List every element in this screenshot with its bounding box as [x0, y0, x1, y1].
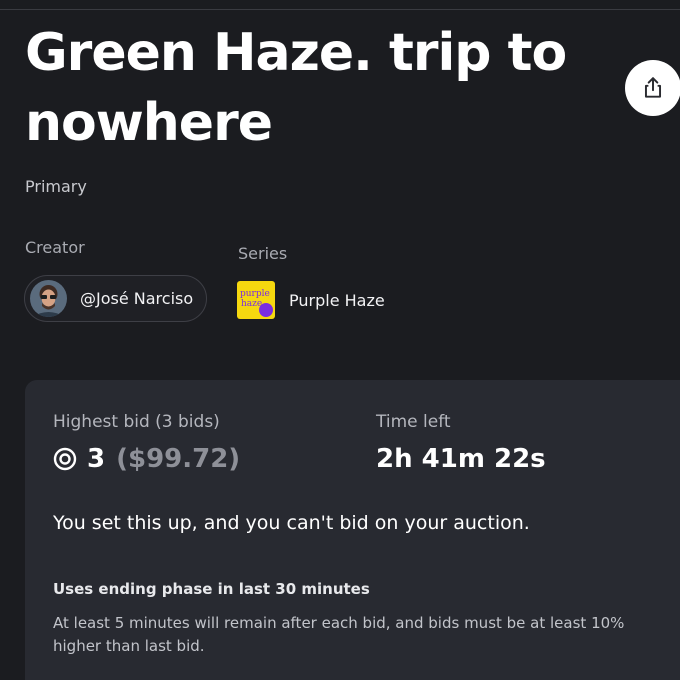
- series-name: Purple Haze: [289, 290, 385, 310]
- series-thumb-text-2: haze: [241, 299, 262, 309]
- creator-label: Creator: [25, 238, 85, 257]
- ending-phase-title: Uses ending phase in last 30 minutes: [53, 580, 370, 598]
- highest-bid-label: Highest bid (3 bids): [53, 412, 220, 432]
- listing-page: Green Haze. trip to nowhere Primary Crea…: [0, 0, 680, 680]
- listing-title: Green Haze. trip to nowhere: [25, 23, 567, 153]
- coin-icon: [53, 447, 77, 471]
- share-button[interactable]: [625, 60, 680, 116]
- highest-bid-value: 3 ($99.72): [53, 444, 240, 474]
- series-thumbnail: purple haze: [237, 281, 275, 319]
- creator-link[interactable]: @José Narciso: [24, 275, 207, 322]
- share-icon: [644, 77, 662, 98]
- time-left-value: 2h 41m 22s: [376, 444, 546, 474]
- header-divider: [0, 9, 680, 10]
- bid-amount: 3: [87, 444, 106, 474]
- series-label: Series: [238, 244, 288, 263]
- avatar: [30, 280, 67, 317]
- series-link[interactable]: purple haze Purple Haze: [237, 281, 385, 319]
- ending-phase-description: At least 5 minutes will remain after eac…: [53, 614, 625, 655]
- bid-usd-value: ($99.72): [116, 444, 241, 474]
- edition-type: Primary: [25, 177, 87, 196]
- auction-owner-notice: You set this up, and you can't bid on yo…: [53, 512, 530, 534]
- creator-handle: @José Narciso: [80, 289, 194, 308]
- time-left-label: Time left: [376, 412, 451, 432]
- series-thumb-text-1: purple: [240, 289, 270, 299]
